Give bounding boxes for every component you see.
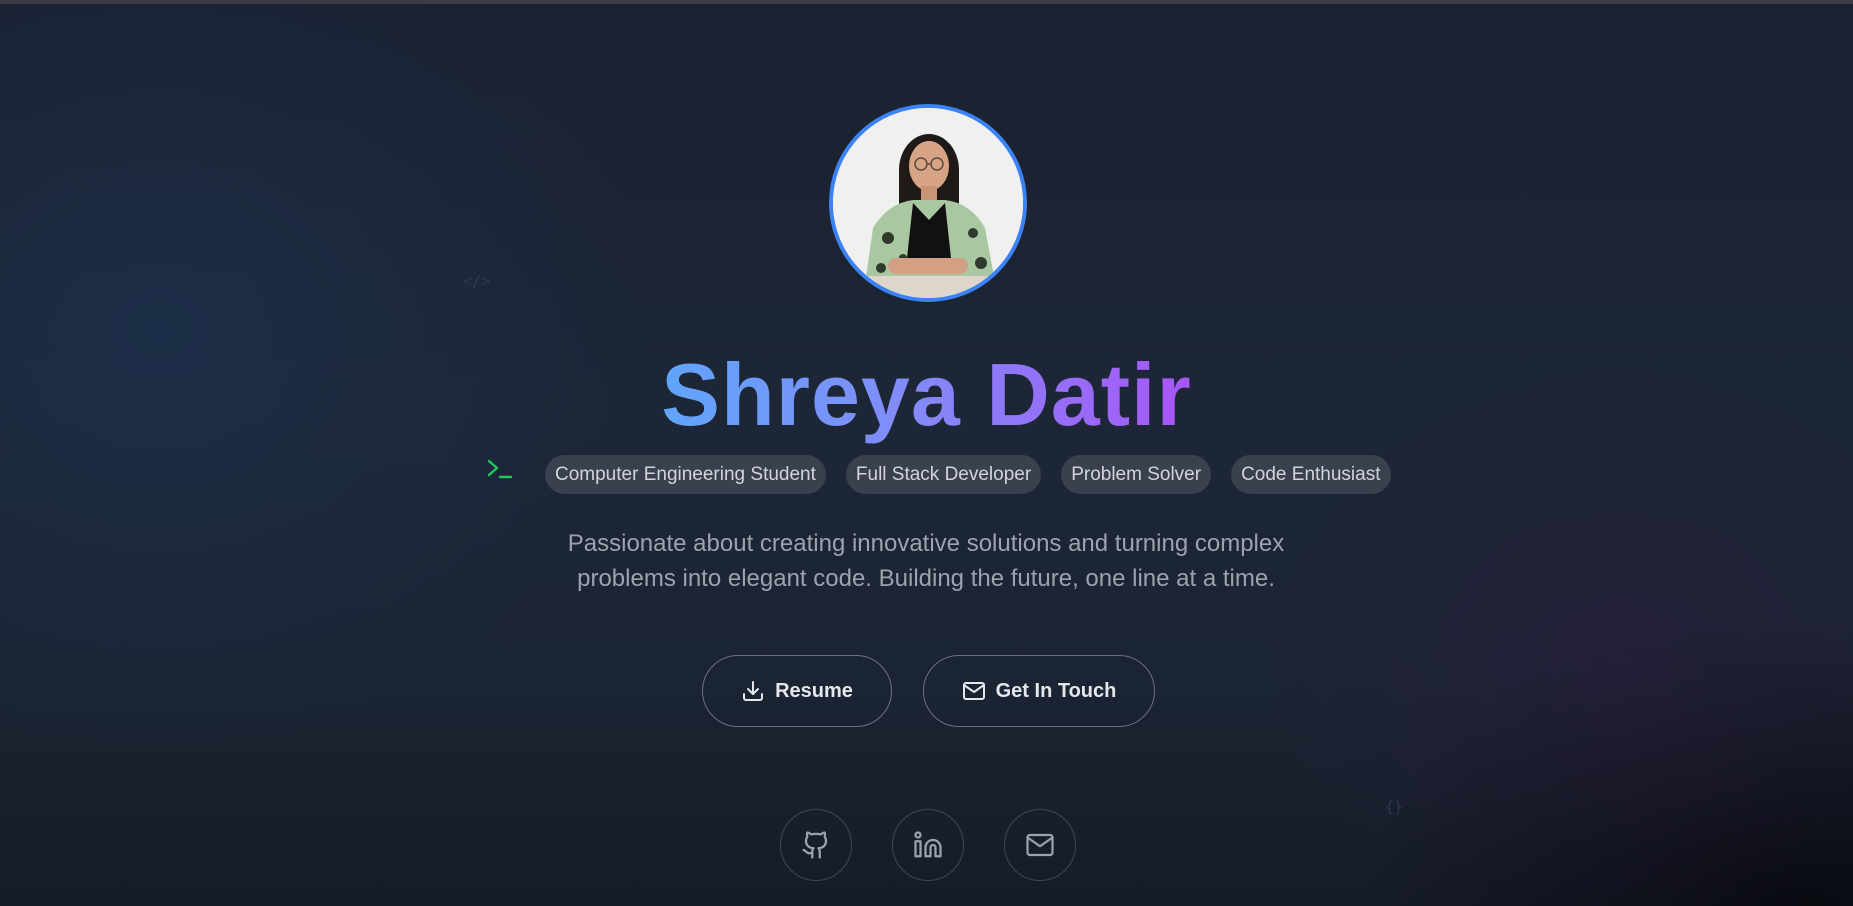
linkedin-icon: [914, 831, 942, 858]
get-in-touch-button-label: Get In Touch: [995, 679, 1117, 702]
github-icon: [802, 831, 828, 859]
hero-tagline: Passionate about creating innovative sol…: [567, 530, 1285, 592]
role-tag: Problem Solver: [1061, 455, 1212, 494]
hero-name: Shreya Datir: [0, 345, 1853, 445]
decor-braces-symbol: {}: [1385, 798, 1404, 816]
decor-code-symbol: </>: [463, 272, 491, 290]
linkedin-link[interactable]: [892, 809, 964, 881]
role-tag: Code Enthusiast: [1231, 455, 1391, 494]
mail-icon: [962, 682, 985, 700]
download-icon: [743, 681, 764, 701]
email-link[interactable]: [1004, 809, 1076, 881]
get-in-touch-button[interactable]: Get In Touch: [923, 655, 1155, 727]
terminal-icon: [487, 459, 513, 479]
resume-button-label: Resume: [775, 679, 853, 702]
resume-button[interactable]: Resume: [702, 655, 892, 727]
window-top-border: [0, 0, 1853, 4]
github-link[interactable]: [780, 809, 852, 881]
mail-icon: [1026, 833, 1054, 857]
role-tags: Computer Engineering Student Full Stack …: [545, 455, 1391, 494]
avatar: [829, 104, 1027, 302]
profile-photo: [833, 108, 1023, 298]
hero-name-text: Shreya Datir: [661, 345, 1192, 444]
role-tag: Full Stack Developer: [845, 455, 1042, 494]
role-tag: Computer Engineering Student: [545, 455, 826, 494]
